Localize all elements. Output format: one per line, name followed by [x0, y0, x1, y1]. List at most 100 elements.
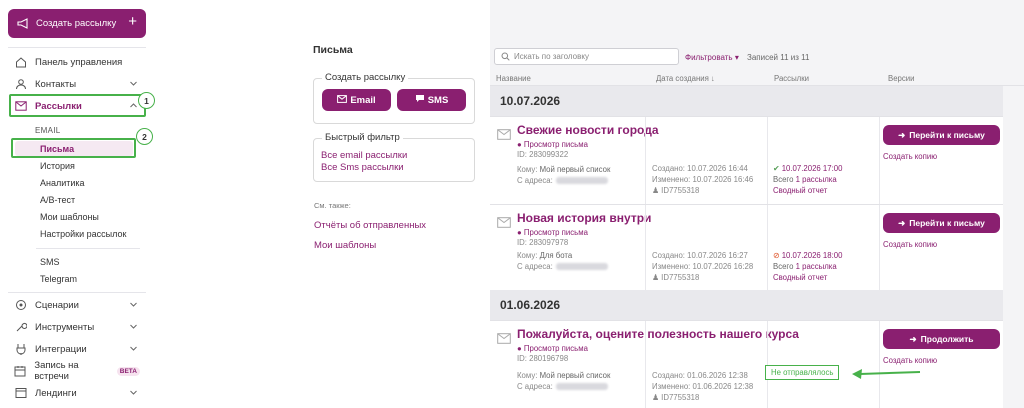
calendar-icon: [14, 365, 26, 378]
col-created[interactable]: Дата создания ↓: [656, 74, 715, 83]
preview-label: Просмотр письма: [523, 344, 588, 353]
open-letter-button[interactable]: ➜ Перейти к письму: [883, 213, 1000, 233]
nav-contacts[interactable]: Контакты: [14, 75, 140, 93]
preview-link[interactable]: ● Просмотр письма: [517, 140, 588, 149]
contacts-icon: [14, 78, 27, 91]
sent-reports-link[interactable]: Отчёты об отправленных: [314, 220, 426, 231]
total-label: Всего: [773, 175, 794, 184]
total-link[interactable]: 1 рассылка: [796, 262, 837, 271]
filter-all-email[interactable]: Все email рассылки: [321, 150, 407, 161]
create-mailing-button[interactable]: Создать рассылку +: [8, 9, 146, 38]
letter-title[interactable]: Новая история внутри: [517, 211, 651, 225]
to-value: Для бота: [539, 251, 573, 260]
annotation-highlight-2: [11, 138, 136, 158]
open-letter-label: Перейти к письму: [909, 218, 985, 228]
create-email-button[interactable]: Email: [322, 89, 391, 111]
nav-label: Запись на встречи: [34, 360, 79, 382]
sub-sms[interactable]: SMS: [40, 257, 60, 267]
nav-label: Лендинги: [35, 387, 77, 399]
open-letter-button[interactable]: ➜ Перейти к письму: [883, 125, 1000, 145]
filter-dropdown[interactable]: Фильтровать ▾: [685, 53, 739, 62]
chat-bubble-icon: [415, 94, 425, 106]
date-section: 10.07.2026: [490, 86, 1003, 116]
eye-icon: ●: [517, 344, 522, 353]
annotation-callout-2: 2: [136, 128, 153, 145]
see-also-label: См. также:: [314, 201, 351, 210]
divider: [879, 321, 880, 408]
continue-button[interactable]: ➜ Продолжить: [883, 329, 1000, 349]
sub-ab-test[interactable]: A/B-тест: [40, 195, 75, 205]
from-label: С адреса:: [517, 262, 553, 271]
divider: [36, 248, 140, 249]
created-date: Создано: 10.07.2026 16:27: [652, 251, 748, 260]
letter-title[interactable]: Пожалуйста, оцените полезность нашего ку…: [517, 327, 799, 341]
sub-history[interactable]: История: [40, 161, 75, 171]
megaphone-icon: [16, 17, 30, 31]
author-id: ID7755318: [661, 393, 700, 402]
sent-date[interactable]: 10.07.2026 17:00: [782, 164, 843, 173]
sub-mailing-settings[interactable]: Настройки рассылок: [40, 229, 126, 239]
to-value: Мой первый список: [539, 371, 611, 380]
caret-down-icon: ▾: [734, 53, 739, 62]
sub-my-templates[interactable]: Мои шаблоны: [40, 212, 99, 222]
recipient-line: Кому: Мой первый список: [517, 165, 610, 174]
user-icon: ♟: [652, 273, 659, 282]
create-copy-link[interactable]: Создать копию: [883, 240, 937, 249]
stats-block: ✔ 10.07.2026 17:00 Всего 1 рассылка Свод…: [773, 163, 842, 196]
preview-link[interactable]: ● Просмотр письма: [517, 228, 588, 237]
total-link[interactable]: 1 рассылка: [796, 175, 837, 184]
nav-tools[interactable]: Инструменты: [14, 318, 140, 336]
not-sent-status: Не отправлялось: [765, 365, 840, 380]
email-button-label: Email: [350, 94, 376, 106]
blurred-address: [555, 263, 608, 271]
filter-all-sms[interactable]: Все Sms рассылки: [321, 162, 404, 173]
divider: [879, 117, 880, 205]
envelope-icon: [497, 129, 511, 140]
col-versions: Версии: [888, 74, 915, 83]
home-icon: [14, 56, 27, 69]
create-copy-link[interactable]: Создать копию: [883, 152, 937, 161]
to-label: Кому:: [517, 371, 538, 380]
create-sms-button[interactable]: SMS: [397, 89, 466, 111]
letter-title[interactable]: Свежие новости города: [517, 123, 659, 137]
create-copy-link[interactable]: Создать копию: [883, 356, 937, 365]
table-header: Название Дата создания ↓ Рассылки Версии: [490, 70, 1024, 86]
blurred-address: [555, 383, 608, 391]
preview-label: Просмотр письма: [523, 228, 588, 237]
table-row: Пожалуйста, оцените полезность нашего ку…: [490, 320, 1003, 408]
nav-scenarios[interactable]: Сценарии: [14, 296, 140, 314]
nav-landings[interactable]: Лендинги: [14, 384, 140, 402]
scheduled-status: ⊘ 10.07.2026 18:00: [773, 250, 842, 261]
from-label: С адреса:: [517, 176, 553, 185]
envelope-icon: [497, 333, 511, 344]
chevron-down-icon: [130, 81, 137, 86]
envelope-icon: [337, 94, 348, 106]
nav-dashboard[interactable]: Панель управления: [14, 53, 140, 71]
eye-icon: ●: [517, 228, 522, 237]
summary-report-link[interactable]: Сводный отчет: [773, 272, 842, 283]
dates-block: Создано: 10.07.2026 16:44 Изменено: 10.0…: [652, 163, 753, 196]
preview-link[interactable]: ● Просмотр письма: [517, 344, 588, 353]
summary-report-link[interactable]: Сводный отчет: [773, 185, 842, 196]
landing-icon: [14, 387, 27, 400]
sub-analytics[interactable]: Аналитика: [40, 178, 85, 188]
search-input[interactable]: Искать по заголовку: [494, 48, 679, 65]
divider: [767, 205, 768, 291]
letter-id: ID: 280196798: [517, 354, 569, 363]
my-templates-link[interactable]: Мои шаблоны: [314, 240, 376, 251]
dates-block: Создано: 01.06.2026 12:38 Изменено: 01.0…: [652, 370, 753, 403]
scheduled-date[interactable]: 10.07.2026 18:00: [782, 251, 843, 260]
dates-block: Создано: 10.07.2026 16:27 Изменено: 10.0…: [652, 250, 753, 283]
filter-label: Фильтровать: [685, 53, 733, 62]
nav-integrations[interactable]: Интеграции: [14, 340, 140, 358]
beta-badge: BETA: [116, 366, 140, 376]
table-row: Свежие новости города ● Просмотр письма …: [490, 116, 1003, 205]
preview-label: Просмотр письма: [523, 140, 588, 149]
scenarios-icon: [14, 299, 27, 312]
sender-line: С адреса:: [517, 382, 608, 391]
blurred-address: [555, 177, 608, 185]
chevron-down-icon: [130, 390, 137, 395]
nav-appointments[interactable]: Запись на встречи BETA: [14, 360, 140, 382]
col-name[interactable]: Название: [496, 74, 531, 83]
sub-telegram[interactable]: Telegram: [40, 274, 77, 284]
